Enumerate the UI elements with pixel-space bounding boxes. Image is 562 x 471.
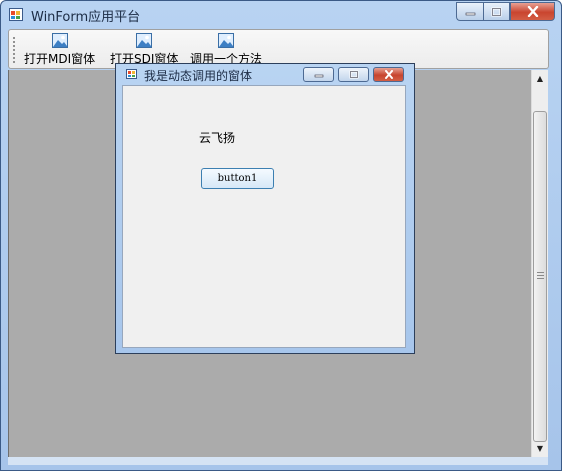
main-titlebar[interactable]: WinForm应用平台	[1, 1, 561, 28]
minimize-icon	[314, 74, 323, 77]
window-title: WinForm应用平台	[31, 10, 141, 25]
open-mdi-button[interactable]: 打开MDI窗体	[24, 33, 95, 67]
name-label: 云飞扬	[199, 131, 236, 145]
window-bottom-border	[8, 457, 548, 465]
scroll-down-arrow-icon[interactable]: ▼	[532, 440, 548, 457]
scroll-thumb[interactable]	[533, 111, 547, 442]
app-icon	[9, 8, 23, 21]
button1[interactable]: button1	[201, 168, 274, 189]
child-app-icon	[126, 69, 137, 79]
scroll-up-arrow-icon[interactable]: ▲	[532, 70, 548, 87]
minimize-icon	[465, 12, 475, 15]
vertical-scrollbar[interactable]: ▲ ▼	[531, 70, 548, 457]
child-caption-buttons	[303, 67, 404, 82]
minimize-button[interactable]	[456, 2, 483, 21]
child-form-body: 云飞扬 button1	[122, 85, 406, 348]
child-window-title: 我是动态调用的窗体	[144, 69, 253, 83]
image-icon	[136, 33, 153, 48]
main-window: WinForm应用平台 打开MDI窗体 打开SDI窗体 调用一个方法 ▲ ▼ 我…	[0, 0, 562, 471]
close-button[interactable]	[510, 2, 555, 21]
open-sdi-button[interactable]: 打开SDI窗体	[110, 33, 178, 67]
close-icon	[527, 6, 538, 17]
toolbar-grip[interactable]	[12, 36, 16, 64]
child-maximize-button[interactable]	[338, 67, 369, 82]
scroll-thumb-grip	[537, 272, 544, 279]
maximize-button[interactable]	[483, 2, 510, 21]
image-icon	[51, 33, 68, 48]
maximize-icon	[491, 7, 502, 16]
child-minimize-button[interactable]	[303, 67, 334, 82]
caption-buttons	[456, 2, 555, 22]
maximize-icon	[349, 70, 358, 79]
image-icon	[218, 33, 234, 48]
child-close-button[interactable]	[373, 67, 404, 82]
child-window: 我是动态调用的窗体 云飞扬 button1	[115, 63, 415, 354]
call-method-button[interactable]: 调用一个方法	[190, 33, 262, 67]
open-mdi-label: 打开MDI窗体	[24, 52, 96, 66]
close-icon	[384, 70, 393, 79]
